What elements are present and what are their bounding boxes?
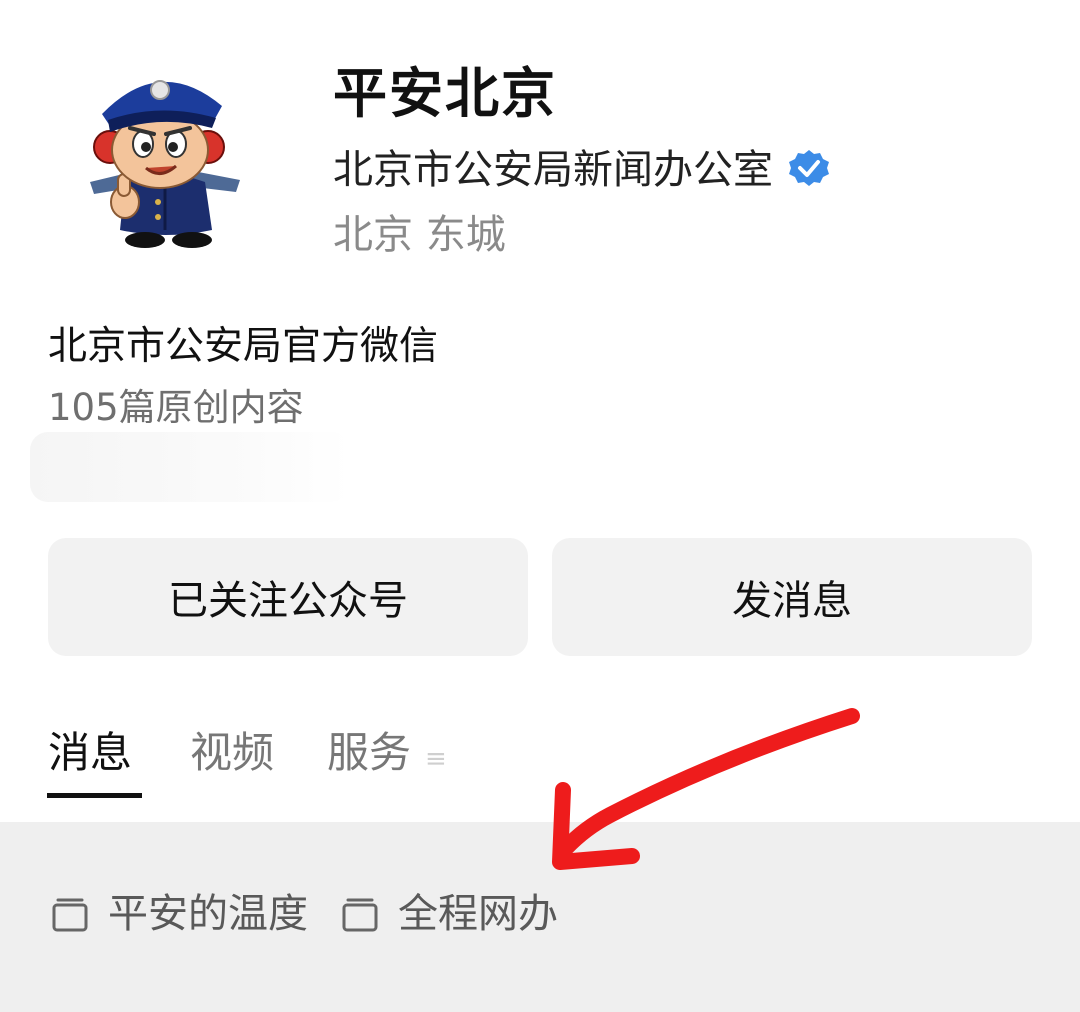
avatar[interactable] (80, 62, 250, 252)
tab-videos[interactable]: 视频 (190, 718, 274, 788)
menu-item-warmth[interactable]: 平安的温度 (50, 868, 308, 960)
active-tab-indicator (47, 793, 142, 798)
folder-icon (52, 898, 88, 932)
menu-item-label: 全程网办 (398, 891, 558, 937)
tab-messages[interactable]: 消息 (48, 718, 132, 788)
more-tabs-icon[interactable]: ≡ (425, 744, 447, 774)
account-region: 北京 东城 (333, 212, 506, 258)
account-description: 北京市公安局官方微信 (48, 324, 439, 369)
org-row: 北京市公安局新闻办公室 (333, 140, 831, 200)
send-message-button[interactable]: 发消息 (552, 538, 1032, 656)
menu-item-online-service[interactable]: 全程网办 (340, 868, 558, 960)
folder-icon (342, 898, 378, 932)
verified-icon (789, 150, 829, 186)
menu-item-label: 平安的温度 (108, 891, 308, 937)
original-article-count[interactable]: 105篇原创内容 (48, 380, 304, 436)
police-mascot-avatar (90, 80, 240, 248)
blurred-content (30, 432, 350, 502)
tab-services[interactable]: 服务 (327, 718, 411, 788)
account-org: 北京市公安局新闻办公室 (333, 147, 773, 193)
account-name: 平安北京 (333, 62, 557, 125)
followed-button[interactable]: 已关注公众号 (48, 538, 528, 656)
content-tabs: 消息 视频 服务 ≡ (0, 718, 1080, 808)
